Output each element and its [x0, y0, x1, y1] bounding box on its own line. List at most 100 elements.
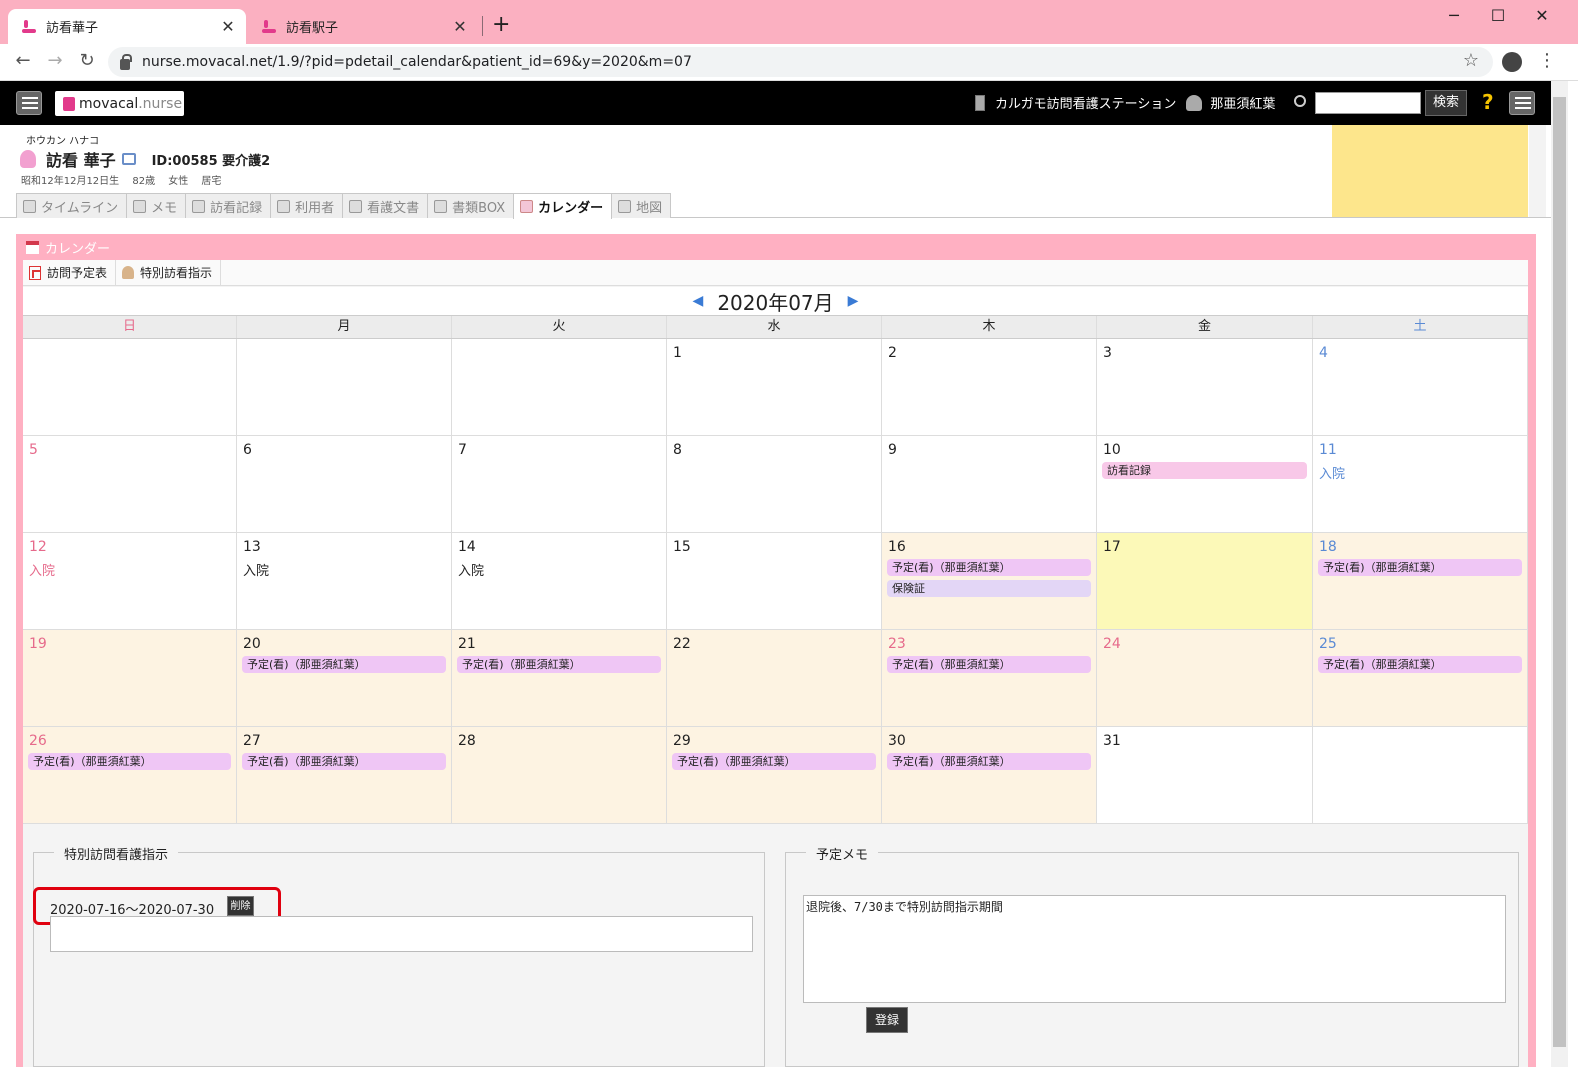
id-card-icon[interactable]	[121, 153, 136, 165]
forward-icon[interactable]: →	[42, 50, 68, 71]
calendar-day-cell[interactable]: 7	[452, 436, 667, 533]
tab-visit-record[interactable]: 訪看記録	[185, 193, 272, 218]
calendar-event[interactable]: 予定(看)（那亜須紅葉）	[1318, 656, 1522, 673]
calendar-day-cell[interactable]: 4	[1313, 339, 1528, 436]
calendar-day-cell[interactable]	[1313, 727, 1528, 824]
tab-nursing-docs[interactable]: 看護文書	[342, 193, 429, 218]
calendar-day-cell[interactable]: 3	[1097, 339, 1313, 436]
day-number: 18	[1319, 539, 1337, 555]
panel-title: カレンダー	[26, 238, 110, 257]
calendar-event[interactable]: 予定(看)（那亜須紅葉）	[28, 753, 231, 770]
new-tab-icon[interactable]: +	[492, 12, 510, 37]
calendar-day-cell[interactable]: 17	[1097, 533, 1313, 630]
sticky-note-scrollbar[interactable]	[1529, 125, 1546, 217]
calendar-day-cell[interactable]: 10 訪看記録	[1097, 436, 1313, 533]
calendar-day-cell[interactable]: 9	[882, 436, 1097, 533]
calendar-day-cell[interactable]: 23 予定(看)（那亜須紅葉）	[882, 630, 1097, 727]
calendar-event[interactable]: 予定(看)（那亜須紅葉）	[672, 753, 876, 770]
calendar-day-cell[interactable]	[452, 339, 667, 436]
calendar-day-cell[interactable]: 22	[667, 630, 882, 727]
next-month-icon[interactable]: ▶	[848, 293, 859, 309]
calendar-day-cell[interactable]: 24	[1097, 630, 1313, 727]
scrollbar-thumb[interactable]	[1553, 97, 1566, 1047]
calendar-day-cell[interactable]	[23, 339, 237, 436]
calendar-day-cell[interactable]: 25 予定(看)（那亜須紅葉）	[1313, 630, 1528, 727]
day-note: 入院	[243, 564, 270, 579]
page-scrollbar[interactable]	[1551, 81, 1568, 1067]
search-button[interactable]: 検索	[1425, 90, 1467, 116]
close-tab-icon[interactable]: ✕	[220, 17, 236, 36]
calendar-day-cell[interactable]: 18 予定(看)（那亜須紅葉）	[1313, 533, 1528, 630]
minimize-icon[interactable]: ─	[1432, 6, 1476, 25]
calendar-day-cell[interactable]: 30 予定(看)（那亜須紅葉）	[882, 727, 1097, 824]
pencil-icon	[133, 199, 147, 213]
browser-tab[interactable]: 訪看駅子 ✕	[248, 9, 478, 44]
browser-tab-active[interactable]: 訪看華子 ✕	[8, 9, 246, 44]
visit-schedule-button[interactable]: 訪問予定表	[23, 260, 117, 285]
calendar-day-cell[interactable]: 11 入院	[1313, 436, 1528, 533]
calendar-day-cell[interactable]: 1	[667, 339, 882, 436]
calendar-day-cell[interactable]: 16 予定(看)（那亜須紅葉） 保険証	[882, 533, 1097, 630]
calendar-day-cell[interactable]: 12 入院	[23, 533, 237, 630]
sticky-note[interactable]	[1332, 125, 1528, 217]
special-instruction-button[interactable]: 特別訪看指示	[116, 260, 222, 285]
delete-button[interactable]: 削除	[227, 896, 254, 916]
profile-avatar-icon[interactable]	[1502, 52, 1522, 72]
calendar-day-cell[interactable]: 8	[667, 436, 882, 533]
maximize-icon[interactable]: ☐	[1476, 6, 1520, 25]
calendar-event[interactable]: 保険証	[887, 580, 1091, 597]
help-icon[interactable]: ?	[1482, 90, 1494, 114]
day-number: 5	[29, 442, 38, 458]
day-number: 22	[673, 636, 691, 652]
calendar-event[interactable]: 予定(看)（那亜須紅葉）	[242, 753, 446, 770]
calendar-event[interactable]: 予定(看)（那亜須紅葉）	[887, 753, 1091, 770]
memo-textarea[interactable]: 退院後、7/30まで特別訪問指示期間	[803, 895, 1506, 1003]
instruction-textarea[interactable]	[50, 916, 753, 952]
day-number: 20	[243, 636, 261, 652]
close-window-icon[interactable]: ✕	[1520, 6, 1564, 25]
address-bar[interactable]: nurse.movacal.net/1.9/?pid=pdetail_calen…	[108, 47, 1493, 77]
right-menu-hamburger-icon[interactable]	[1509, 91, 1535, 115]
prev-month-icon[interactable]: ◀	[693, 293, 704, 309]
calendar-day-cell[interactable]: 5	[23, 436, 237, 533]
calendar-event[interactable]: 予定(看)（那亜須紅葉）	[457, 656, 661, 673]
logo-mark-icon	[63, 96, 75, 111]
tab-label: 看護文書	[367, 200, 420, 216]
calendar-event[interactable]: 訪看記録	[1102, 462, 1307, 479]
tab-timeline[interactable]: タイムライン	[16, 193, 128, 218]
bookmark-star-icon[interactable]: ☆	[1463, 50, 1479, 71]
tab-map[interactable]: 地図	[611, 193, 672, 218]
close-tab-icon[interactable]: ✕	[452, 17, 468, 36]
tab-calendar[interactable]: カレンダー	[513, 193, 613, 219]
calendar-day-cell[interactable]: 21 予定(看)（那亜須紅葉）	[452, 630, 667, 727]
day-number: 9	[888, 442, 897, 458]
calendar-day-cell[interactable]: 2	[882, 339, 1097, 436]
calendar-day-cell[interactable]: 13 入院	[237, 533, 452, 630]
calendar-day-cell[interactable]: 31	[1097, 727, 1313, 824]
tab-memo[interactable]: メモ	[126, 193, 187, 218]
calendar-event[interactable]: 予定(看)（那亜須紅葉）	[887, 656, 1091, 673]
tab-user[interactable]: 利用者	[270, 193, 344, 218]
calendar-event[interactable]: 予定(看)（那亜須紅葉）	[242, 656, 446, 673]
reload-icon[interactable]: ↻	[74, 50, 100, 71]
calendar-day-cell[interactable]: 28	[452, 727, 667, 824]
calendar-day-cell[interactable]: 20 予定(看)（那亜須紅葉）	[237, 630, 452, 727]
calendar-day-cell[interactable]: 15	[667, 533, 882, 630]
app-logo[interactable]: movacal .nurse	[55, 91, 184, 116]
calendar-event[interactable]: 予定(看)（那亜須紅葉）	[887, 559, 1091, 576]
calendar-event[interactable]: 予定(看)（那亜須紅葉）	[1318, 559, 1522, 576]
menu-hamburger-icon[interactable]	[16, 91, 42, 115]
calendar-day-cell[interactable]: 27 予定(看)（那亜須紅葉）	[237, 727, 452, 824]
browser-tab-title: 訪看華子	[46, 21, 99, 36]
calendar-day-cell[interactable]	[237, 339, 452, 436]
calendar-day-cell[interactable]: 29 予定(看)（那亜須紅葉）	[667, 727, 882, 824]
back-icon[interactable]: ←	[10, 50, 36, 71]
tab-document-box[interactable]: 書類BOX	[427, 193, 515, 218]
register-button[interactable]: 登録	[866, 1007, 908, 1033]
calendar-day-cell[interactable]: 14 入院	[452, 533, 667, 630]
search-input[interactable]	[1315, 92, 1421, 114]
calendar-day-cell[interactable]: 6	[237, 436, 452, 533]
browser-menu-icon[interactable]: ⋮	[1538, 50, 1556, 71]
calendar-day-cell[interactable]: 19	[23, 630, 237, 727]
calendar-day-cell[interactable]: 26 予定(看)（那亜須紅葉）	[23, 727, 237, 824]
